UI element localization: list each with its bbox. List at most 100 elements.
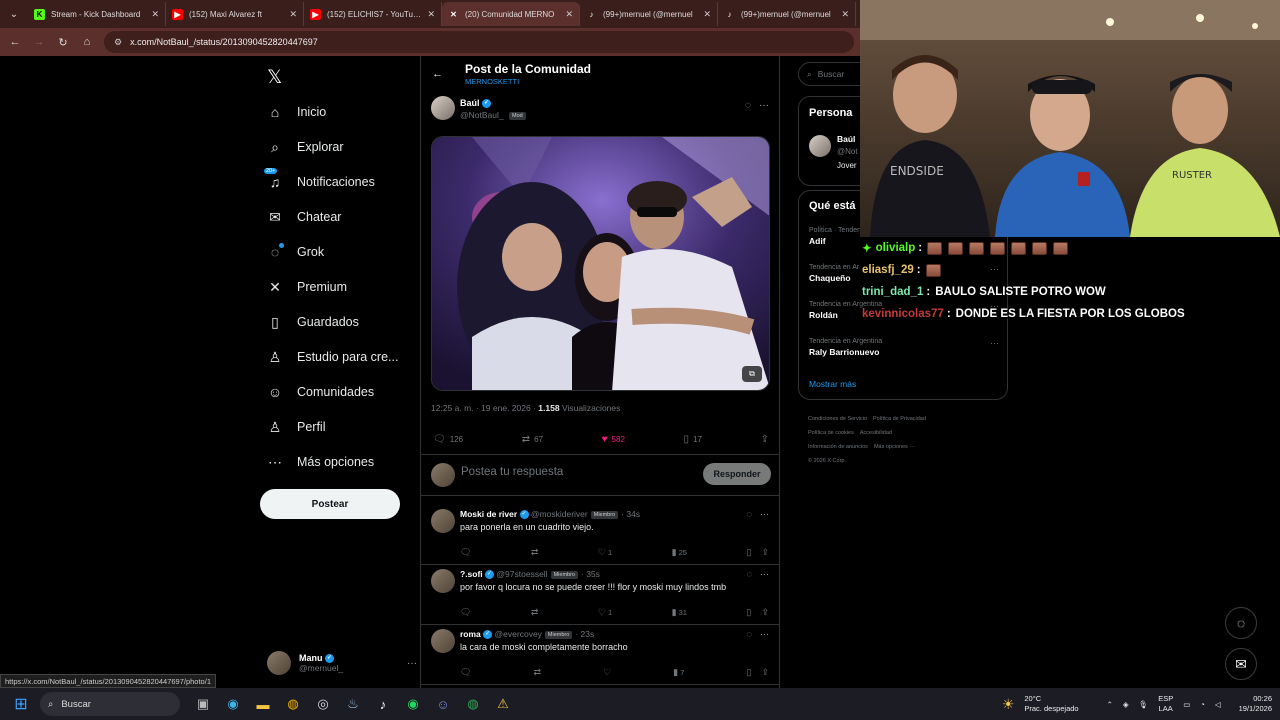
grok-icon[interactable]: ◌ (747, 569, 752, 579)
forward-arrow-icon[interactable]: → (32, 35, 46, 49)
grok-icon[interactable]: ◌ (747, 509, 752, 519)
close-icon[interactable]: ✕ (841, 9, 849, 20)
clock[interactable]: 00:26 19/1/2026 (1239, 694, 1272, 714)
close-icon[interactable]: ✕ (703, 9, 711, 20)
bookmark-button[interactable]: ▯ 17 (684, 432, 702, 446)
community-link[interactable]: MERNOSKETTI (465, 77, 519, 86)
close-icon[interactable]: ✕ (565, 9, 573, 20)
browser-tab[interactable]: K Stream - Kick Dashboard ✕ (28, 2, 166, 26)
person-name[interactable]: Baúl (837, 134, 855, 144)
browser-tab[interactable]: ▶ (152) Maxi Alvarez ft ✕ (166, 2, 304, 26)
more-icon[interactable]: ··· (407, 658, 417, 669)
grok-icon[interactable]: ◌ (747, 629, 752, 639)
chat-username[interactable]: olivialp (876, 242, 916, 254)
chat-username[interactable]: eliasfj_29 (862, 264, 914, 276)
sidebar-item-premium[interactable]: ✕ Premium (267, 273, 347, 301)
grok-icon[interactable]: ◌ (745, 100, 751, 111)
sidebar-item-estudio-para-cre[interactable]: ♙ Estudio para cre... (267, 343, 399, 371)
reply-author-name[interactable]: Moski de river (460, 509, 517, 519)
close-icon[interactable]: ✕ (427, 9, 435, 20)
footer-link[interactable]: © 2026 X Corp. (808, 458, 846, 464)
warning-icon[interactable]: ⚠ (488, 688, 518, 720)
more-icon[interactable]: ··· (990, 338, 999, 348)
chat-username[interactable]: kevinnicolas77 (862, 308, 944, 320)
close-icon[interactable]: ✕ (289, 9, 297, 20)
display-icon[interactable]: ▭ (1183, 700, 1190, 709)
steam-icon[interactable]: ♨ (338, 688, 368, 720)
reply-time[interactable]: 35s (586, 569, 600, 579)
reply-author-name[interactable]: roma (460, 629, 481, 639)
reply-author-handle[interactable]: @evercovey (495, 629, 542, 639)
spotify-icon[interactable]: ◉ (398, 688, 428, 720)
share-icon[interactable]: ⇪ (761, 547, 769, 557)
share-button[interactable]: ⇪ (761, 432, 769, 446)
post-timestamp[interactable]: 12:25 a. m. · 19 ene. 2026 · (431, 403, 536, 413)
reply-input[interactable]: Postea tu respuesta (461, 466, 563, 478)
footer-link[interactable]: Condiciones de Servicio (808, 416, 867, 422)
sidebar-item-perfil[interactable]: ♙ Perfil (267, 413, 326, 441)
reply-time[interactable]: 34s (626, 509, 640, 519)
x-logo-icon[interactable]: 𝕏 (267, 66, 282, 88)
views-button[interactable]: ▮ 25 (672, 547, 687, 558)
chevron-up-icon[interactable]: ⌃ (1107, 700, 1113, 709)
chrome-profile-icon[interactable]: ◍ (458, 688, 488, 720)
repost-button[interactable]: ⇄ (531, 547, 539, 558)
browser-tab-active[interactable]: ✕ (20) Comunidad MERNO ✕ (442, 2, 580, 26)
browser-tab[interactable]: ♪ (99+)mernuel (@mernuel ✕ (580, 2, 718, 26)
avatar[interactable] (809, 135, 831, 157)
taskbar-search[interactable]: ⌕ Buscar (40, 692, 180, 716)
sidebar-item-chatear[interactable]: ✉ Chatear (267, 203, 341, 231)
like-button[interactable]: ♡ 1 (598, 547, 612, 558)
wifi-icon[interactable]: ◔ (1200, 700, 1205, 709)
reply-author-handle[interactable]: @moskideriver (531, 509, 588, 519)
weather-icon[interactable]: ☀ (1002, 696, 1015, 713)
trend-item[interactable]: Tendencia en Argentina Raly Barrionuevo ··… (809, 338, 999, 357)
reply-button[interactable]: 🗨︎ (460, 667, 471, 678)
footer-link[interactable]: Política de cookies (808, 430, 854, 436)
sidebar-item-comunidades[interactable]: ☺ Comunidades (267, 378, 374, 406)
chrome-icon[interactable]: ◍ (278, 688, 308, 720)
avatar[interactable] (431, 509, 455, 533)
network-icon[interactable]: ◈ (1123, 700, 1129, 709)
repost-button[interactable]: ⇄ (533, 667, 541, 678)
discord-icon[interactable]: ☺ (428, 688, 458, 720)
post-button[interactable]: Postear (260, 489, 400, 519)
bookmark-button[interactable]: ▯ ⇪ (746, 547, 769, 558)
tab-menu-icon[interactable]: ⌄ (0, 0, 28, 28)
more-icon[interactable]: ··· (760, 569, 769, 579)
sidebar-item-inicio[interactable]: ⌂ Inicio (267, 98, 326, 126)
post-photo[interactable]: ⧉ (431, 136, 770, 391)
sidebar-item-guardados[interactable]: ▯ Guardados (267, 308, 359, 336)
views-button[interactable]: ▮ 31 (672, 607, 687, 618)
browser-tab[interactable]: ♪ (99+)mernuel (@mernuel ✕ (718, 2, 856, 26)
language-indicator[interactable]: ESP LAA (1158, 694, 1173, 714)
messages-float-button[interactable]: ✉ (1225, 648, 1257, 680)
expand-photo-icon[interactable]: ⧉ (742, 366, 762, 382)
show-more-link[interactable]: Mostrar más (809, 379, 856, 389)
author-name[interactable]: Baúl (460, 98, 480, 108)
account-switcher[interactable]: Manu ✓ @mernuel_ ··· (267, 648, 417, 678)
edge-icon[interactable]: ◉ (218, 688, 248, 720)
more-icon[interactable]: ··· (759, 100, 769, 111)
reply-item[interactable]: roma ✓ @evercovey Miembro · 23s la cara de … (421, 625, 779, 685)
reply-button[interactable]: 🗨︎ (460, 607, 471, 618)
bookmark-button[interactable]: ▯ ⇪ (746, 607, 769, 618)
reload-icon[interactable]: ↻ (56, 35, 70, 49)
more-icon[interactable]: ··· (760, 629, 769, 639)
bookmark-button[interactable]: ▯ ⇪ (746, 667, 769, 678)
reply-author-handle[interactable]: @97stoessell (496, 569, 547, 579)
address-bar[interactable]: ⚙ x.com/NotBaul_/status/2013090452820447… (104, 31, 854, 53)
obs-icon[interactable]: ◎ (308, 688, 338, 720)
site-info-icon[interactable]: ⚙ (114, 37, 122, 48)
like-button[interactable]: ♡ 1 (598, 607, 612, 618)
back-arrow-icon[interactable]: ← (432, 68, 443, 80)
back-arrow-icon[interactable]: ← (8, 35, 22, 49)
task-view-icon[interactable]: ▣ (188, 688, 218, 720)
home-icon[interactable]: ⌂ (80, 35, 94, 49)
share-icon[interactable]: ⇪ (761, 667, 769, 677)
avatar[interactable] (431, 569, 455, 593)
repost-button[interactable]: ⇄ 67 (522, 432, 543, 446)
search-input[interactable]: ⌕ Buscar (798, 62, 860, 86)
weather-widget[interactable]: 20°C Prac. despejado (1024, 694, 1078, 714)
reply-button[interactable]: 🗨︎ 126 (433, 432, 463, 446)
